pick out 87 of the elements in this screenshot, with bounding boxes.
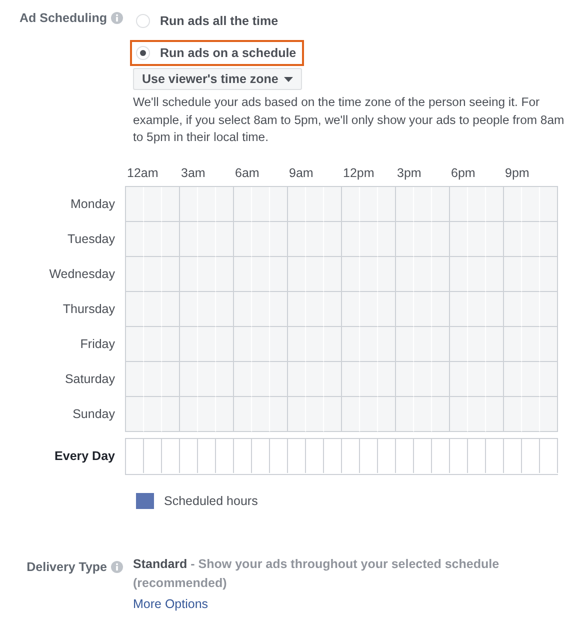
hour-cell[interactable] xyxy=(378,292,396,326)
hour-label: 9pm xyxy=(504,164,530,180)
legend-swatch xyxy=(136,492,154,508)
hour-cell[interactable] xyxy=(540,326,558,362)
hour-cell[interactable] xyxy=(432,186,450,222)
hour-cell[interactable] xyxy=(486,256,504,292)
hour-cell[interactable] xyxy=(216,292,234,326)
day-label: Sunday xyxy=(72,407,115,421)
hour-cell[interactable] xyxy=(162,362,180,396)
hour-cell[interactable] xyxy=(540,292,558,326)
radio-icon xyxy=(136,14,150,28)
hour-cell[interactable] xyxy=(162,292,180,326)
caret-icon xyxy=(284,77,293,82)
hour-cell[interactable] xyxy=(432,396,450,432)
day-label: Monday xyxy=(70,196,115,210)
info-icon[interactable] xyxy=(111,560,123,572)
day-label: Wednesday xyxy=(49,267,115,281)
hour-cell[interactable] xyxy=(324,256,342,292)
hour-cell[interactable] xyxy=(162,256,180,292)
hour-cell[interactable] xyxy=(216,222,234,256)
radio-icon xyxy=(136,46,150,60)
day-label: Tuesday xyxy=(68,232,115,246)
help-text: We'll schedule your ads based on the time zone of the person seeing it. For example, if you select 8am to 5pm, we'll only show your ads to people from 8am to 5pm in their local time. xyxy=(133,94,566,146)
field-label: Ad Scheduling xyxy=(20,10,107,27)
hour-cell[interactable] xyxy=(216,256,234,292)
hour-cell[interactable] xyxy=(324,222,342,256)
hour-cell[interactable] xyxy=(540,186,558,222)
hour-cell[interactable] xyxy=(216,362,234,396)
hour-cell[interactable] xyxy=(270,222,288,256)
hour-cell[interactable] xyxy=(486,222,504,256)
hour-label: 12am xyxy=(126,164,160,180)
hour-cell[interactable] xyxy=(378,256,396,292)
hour-cell[interactable] xyxy=(324,396,342,432)
hour-label: 6pm xyxy=(450,164,476,180)
hour-cell[interactable] xyxy=(216,186,234,222)
hour-label: 3am xyxy=(180,164,206,180)
radio-option[interactable]: Run ads on a schedule xyxy=(130,40,304,66)
radio-option[interactable]: Run ads all the time xyxy=(130,8,286,34)
hour-cell[interactable] xyxy=(432,326,450,362)
hour-cell[interactable] xyxy=(540,222,558,256)
hour-cell[interactable] xyxy=(216,396,234,432)
day-label: Every Day xyxy=(54,449,115,463)
hour-cell[interactable] xyxy=(540,396,558,432)
day-label: Friday xyxy=(80,337,115,351)
hour-cell[interactable] xyxy=(324,186,342,222)
delivery-description: Standard - Show your ads throughout your selected schedule (recommended) xyxy=(133,556,500,592)
hour-cell[interactable] xyxy=(486,186,504,222)
hour-cell[interactable] xyxy=(540,256,558,292)
hour-cell[interactable] xyxy=(432,362,450,396)
hour-label: 3pm xyxy=(396,164,422,180)
hour-cell[interactable] xyxy=(216,326,234,362)
hour-cell[interactable] xyxy=(540,362,558,396)
hour-cell[interactable] xyxy=(324,362,342,396)
hour-cell[interactable] xyxy=(486,292,504,326)
hour-cell[interactable] xyxy=(162,396,180,432)
day-label: Thursday xyxy=(62,302,115,316)
hour-cell[interactable] xyxy=(324,326,342,362)
hour-cell[interactable] xyxy=(432,256,450,292)
hour-cell[interactable] xyxy=(324,292,342,326)
hour-cell[interactable] xyxy=(270,292,288,326)
legend-label: Scheduled hours xyxy=(164,494,258,508)
hour-cell[interactable] xyxy=(432,292,450,326)
hour-cell[interactable] xyxy=(378,186,396,222)
hour-label: 9am xyxy=(288,164,314,180)
hour-cell[interactable] xyxy=(486,326,504,362)
hour-cell[interactable] xyxy=(162,186,180,222)
hour-cell[interactable] xyxy=(162,222,180,256)
hour-cell[interactable] xyxy=(270,256,288,292)
hour-cell[interactable] xyxy=(270,186,288,222)
field-label: Delivery Type xyxy=(26,558,107,576)
hour-cell[interactable] xyxy=(162,326,180,362)
hour-cell[interactable] xyxy=(270,396,288,432)
hour-cell[interactable] xyxy=(378,326,396,362)
info-icon[interactable] xyxy=(111,12,123,24)
hour-cell[interactable] xyxy=(270,326,288,362)
timezone-dropdown[interactable]: Use viewer's time zone xyxy=(133,68,302,90)
hour-cell[interactable] xyxy=(270,362,288,396)
hour-cell[interactable] xyxy=(378,396,396,432)
hour-cell[interactable] xyxy=(378,362,396,396)
hour-cell[interactable] xyxy=(378,222,396,256)
hour-label: 12pm xyxy=(342,164,376,180)
more-options-link[interactable]: More Options xyxy=(133,596,208,610)
day-label: Saturday xyxy=(64,372,115,386)
hour-cell[interactable] xyxy=(432,222,450,256)
hour-cell[interactable] xyxy=(486,362,504,396)
hour-cell[interactable] xyxy=(486,396,504,432)
hour-label: 6am xyxy=(234,164,260,180)
